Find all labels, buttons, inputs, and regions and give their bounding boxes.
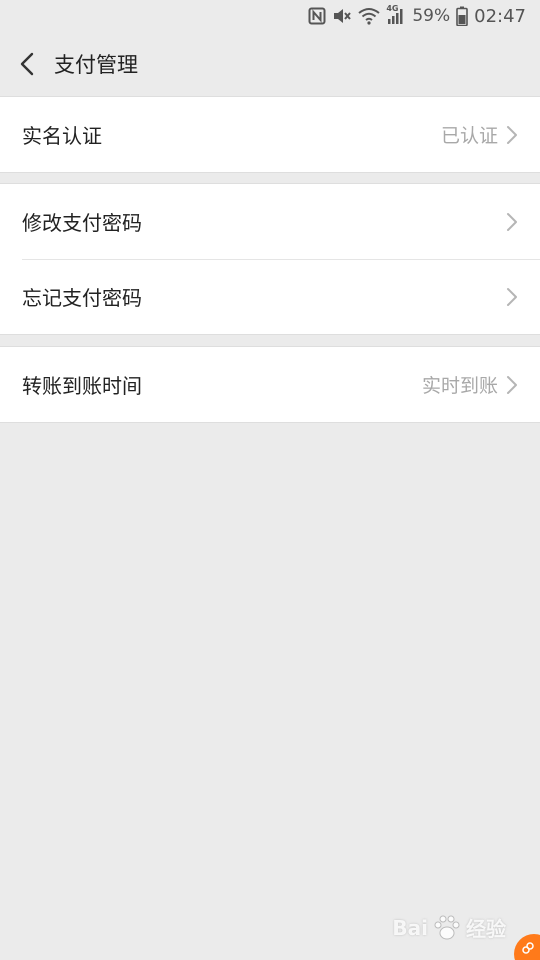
chevron-right-icon — [506, 124, 520, 146]
row-label: 修改支付密码 — [22, 211, 142, 235]
settings-group-transfer: 转账到账时间 实时到账 — [0, 346, 540, 423]
settings-group-verification: 实名认证 已认证 — [0, 96, 540, 173]
row-label: 实名认证 — [22, 124, 102, 148]
page-title: 支付管理 — [54, 53, 138, 77]
battery-percent: 59% — [412, 6, 451, 26]
watermark-text-2: 经验 — [466, 917, 506, 941]
title-bar: 支付管理 — [0, 32, 540, 96]
network-type-label: 4G — [386, 4, 399, 13]
row-label: 转账到账时间 — [22, 374, 142, 398]
transfer-arrival-time-row[interactable]: 转账到账时间 实时到账 — [0, 347, 540, 422]
mute-icon — [332, 6, 352, 26]
row-label: 忘记支付密码 — [22, 286, 142, 310]
chevron-right-icon — [506, 211, 520, 233]
watermark-text: Bai — [392, 915, 428, 940]
nfc-icon — [308, 6, 326, 26]
status-bar: 4G 59% 02:47 — [0, 0, 540, 32]
paw-icon — [434, 915, 460, 939]
signal-icon: 4G — [386, 4, 406, 26]
forgot-payment-password-row[interactable]: 忘记支付密码 — [0, 259, 540, 334]
back-button[interactable] — [0, 32, 54, 96]
change-payment-password-row[interactable]: 修改支付密码 — [0, 184, 540, 259]
chevron-left-icon — [20, 52, 34, 76]
chevron-right-icon — [506, 286, 520, 308]
row-value: 已认证 — [440, 125, 498, 147]
real-name-verification-row[interactable]: 实名认证 已认证 — [0, 97, 540, 172]
battery-icon — [456, 6, 468, 26]
floating-link-button[interactable] — [514, 934, 540, 960]
row-value: 实时到账 — [421, 375, 498, 397]
chevron-right-icon — [506, 374, 520, 396]
baidu-watermark: Bai 经验 — [392, 913, 506, 942]
settings-group-password: 修改支付密码 忘记支付密码 — [0, 183, 540, 335]
wifi-icon — [358, 6, 380, 26]
clock: 02:47 — [474, 5, 526, 27]
link-icon — [522, 942, 534, 954]
screen: 4G 59% 02:47 支付管理 实名认证 已认证 修改支付密码 忘记支付密码… — [0, 0, 540, 960]
